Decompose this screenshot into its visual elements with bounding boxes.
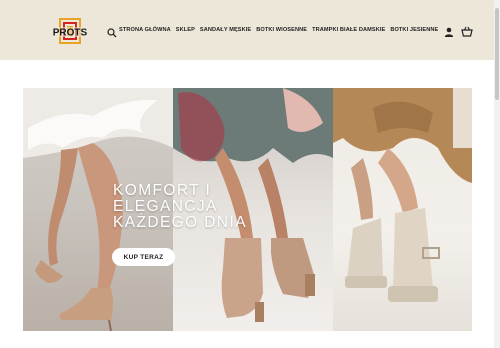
- nav-item-home[interactable]: STRONA GŁÓWNA: [119, 24, 171, 36]
- site-header: PROTS STRONA GŁÓWNA SKLEP SANDAŁY MĘSKIE…: [0, 0, 494, 60]
- scrollbar-thumb[interactable]: [495, 8, 499, 100]
- nav-item-white-sneakers[interactable]: TRAMPKI BIAŁE DAMSKIE: [312, 24, 385, 36]
- shop-now-button[interactable]: KUP TERAZ: [112, 248, 175, 266]
- nav-item-mens-sandals[interactable]: SANDAŁY MĘSKIE: [200, 24, 251, 36]
- logo-text: PROTS: [53, 28, 88, 39]
- nav-item-spring-boots[interactable]: BOTKI WIOSENNE: [256, 24, 307, 36]
- page-scrollbar[interactable]: [494, 0, 500, 348]
- cart-icon[interactable]: [461, 24, 473, 37]
- nav-item-shop[interactable]: SKLEP: [176, 24, 195, 36]
- main-nav: STRONA GŁÓWNA SKLEP SANDAŁY MĘSKIE BOTKI…: [119, 24, 438, 36]
- nav-item-autumn-boots[interactable]: BOTKI JESIENNE: [390, 24, 438, 36]
- user-icon[interactable]: [444, 24, 454, 37]
- hero-image-buckle-boots: [333, 88, 472, 331]
- hero-title: KOMFORT I ELEGANCJA KAŻDEGO DNIA: [113, 183, 273, 231]
- logo-mark: PROTS: [50, 18, 90, 44]
- hero-banner: KOMFORT I ELEGANCJA KAŻDEGO DNIA KUP TER…: [23, 88, 472, 331]
- hero-title-line-3: KAŻDEGO DNIA: [113, 214, 247, 231]
- hero-title-line-2: ELEGANCJA: [113, 198, 218, 215]
- prots-logo[interactable]: PROTS: [50, 18, 90, 44]
- hero-title-line-1: KOMFORT I: [113, 182, 212, 199]
- search-icon[interactable]: [107, 25, 117, 38]
